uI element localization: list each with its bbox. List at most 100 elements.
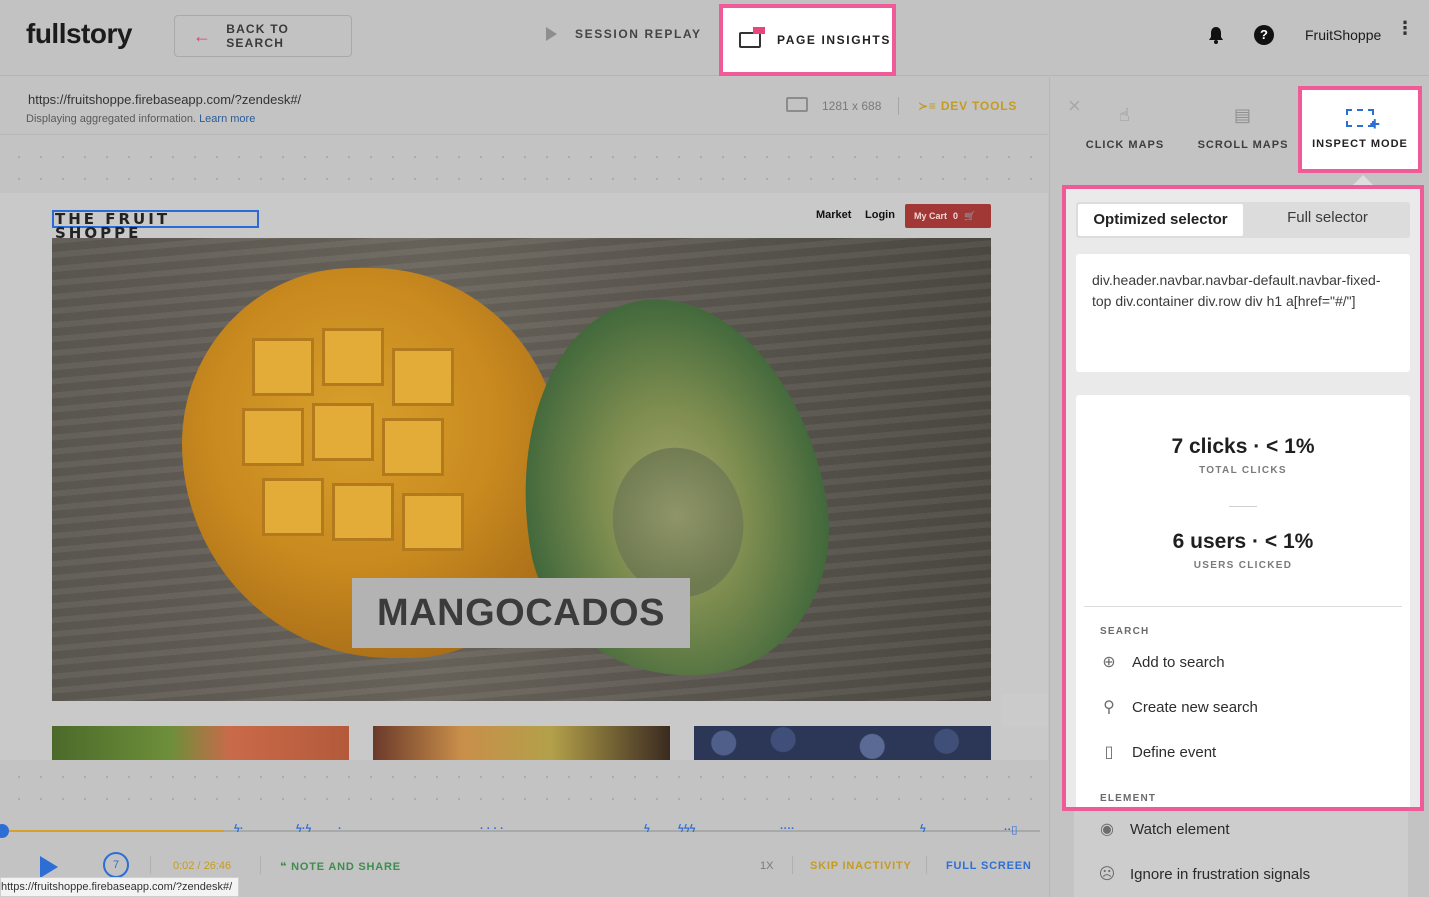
product-thumbnail[interactable] [694,726,991,760]
tab-optimized-selector[interactable]: Optimized selector [1078,204,1243,236]
playback-speed[interactable]: 1X [760,860,773,872]
inspect-details: Optimized selector Full selector div.hea… [1062,185,1424,811]
watch-element-button[interactable]: ◉ Watch element [1098,819,1230,839]
bell-icon[interactable] [1208,26,1224,44]
event-marker-icon[interactable]: ϟ [644,823,650,835]
scroll-map-icon: ▤ [1234,105,1253,125]
eye-icon: ◉ [1100,821,1114,838]
divider [898,97,899,115]
product-thumbnail[interactable] [373,726,670,760]
page-url: https://fruitshoppe.firebaseapp.com/?zen… [28,92,302,107]
account-name[interactable]: FruitShoppe [1305,27,1381,43]
back-to-search-label: BACK TO SEARCH [226,22,290,50]
tab-scroll-maps-label: SCROLL MAPS [1197,139,1289,151]
tab-click-maps[interactable]: ☝ CLICK MAPS [1070,105,1180,151]
search-icon: ⚲ [1103,699,1115,716]
site-title-selected[interactable]: THE FRUIT SHOPPE [52,210,259,241]
create-new-search-button[interactable]: ⚲ Create new search [1100,697,1258,717]
canvas-background-bottom [0,760,1048,820]
timeline-progress [0,830,224,832]
back-to-search-button[interactable]: ← BACK TO SEARCH [174,15,352,57]
site-cart-button[interactable]: My Cart 0 🛒 [905,204,991,228]
selector-textarea[interactable]: div.header.navbar.navbar-default.navbar-… [1076,254,1410,372]
event-marker-icon[interactable]: ··▯ [1004,823,1017,836]
ignore-frustration-button[interactable]: ☹ Ignore in frustration signals [1098,864,1310,884]
inspect-icon [1346,109,1381,135]
help-icon[interactable]: ? [1254,25,1274,45]
kebab-menu-icon[interactable]: ⋮ [1396,19,1414,37]
element-stats-card: 7 clicks · < 1% TOTAL CLICKS 6 users · <… [1076,395,1410,807]
divider [792,856,793,874]
users-clicked-label: USERS CLICKED [1193,560,1293,571]
note-and-share-label: NOTE AND SHARE [291,861,401,873]
tab-scroll-maps[interactable]: ▤ SCROLL MAPS [1188,105,1298,151]
divider [1084,606,1402,607]
aggregated-info: Displaying aggregated information. Learn… [26,113,255,125]
event-marker-icon[interactable]: ϟ·ϟ [296,823,311,835]
play-icon [546,27,557,41]
event-marker-icon[interactable]: ϟϟϟ [678,823,695,835]
event-marker-icon[interactable]: ϟ [920,823,926,835]
site-nav-login[interactable]: Login [865,209,895,221]
mango-cube [392,348,454,406]
dev-tools-button[interactable]: ≻≡ DEV TOOLS [918,99,1017,113]
play-button[interactable] [40,856,58,878]
browser-status-url: https://fruitshoppe.firebaseapp.com/?zen… [0,877,240,897]
users-clicked-stat: 6 users · < 1% USERS CLICKED [1076,530,1410,571]
mango-cube [252,338,314,396]
define-event-button[interactable]: ▯ Define event [1100,742,1217,762]
tab-inspect-mode-label: INSPECT MODE [1312,138,1408,150]
mango-cube [332,483,394,541]
search-section-title: SEARCH [1100,626,1150,637]
divider [150,856,151,874]
tab-session-replay-label: SESSION REPLAY [575,27,702,41]
event-marker-icon[interactable]: · · · · [480,823,504,835]
total-clicks-value: 7 clicks · < 1% [1171,435,1315,458]
event-marker-icon[interactable]: · [338,823,342,835]
site-nav-market[interactable]: Market [816,209,851,221]
hero-label[interactable]: MANGOCADOS [352,578,690,648]
side-tab-handle[interactable] [1001,693,1048,727]
full-screen-button[interactable]: FULL SCREEN [946,860,1032,872]
frustration-icon: ☹ [1098,866,1116,883]
top-bar: fullstory ← BACK TO SEARCH SESSION REPLA… [0,0,1429,76]
rewind-button[interactable]: 7 [103,852,129,878]
add-to-search-button[interactable]: ⊕ Add to search [1100,652,1224,672]
skip-inactivity-toggle[interactable]: SKIP INACTIVITY [810,860,912,872]
note-and-share-button[interactable]: ❝ NOTE AND SHARE [280,860,401,873]
event-marker-icon[interactable]: ···· [780,823,795,835]
ignore-frustration-label: Ignore in frustration signals [1130,865,1311,883]
page-info-bar: https://fruitshoppe.firebaseapp.com/?zen… [0,77,1048,135]
site-cart-count: 0 [953,211,959,221]
playback-time: 0:02 / 26:46 [173,860,232,872]
dev-tools-icon: ≻≡ [918,99,937,113]
tab-page-insights[interactable]: PAGE INSIGHTS [719,4,896,76]
tab-inspect-mode[interactable]: INSPECT MODE [1298,86,1422,173]
monitor-icon [786,97,808,112]
timeline-knob[interactable] [0,824,9,838]
quote-icon: ❝ [280,861,288,873]
watch-element-label: Watch element [1130,820,1230,838]
hero-image: MANGOCADOS [52,238,991,701]
site-cart-label: My Cart [914,211,948,221]
fullstory-logo[interactable]: fullstory [26,18,132,50]
element-section-title: ELEMENT [1100,793,1157,804]
users-clicked-value: 6 users · < 1% [1172,530,1314,553]
mango-cube [402,493,464,551]
selector-toggle: Optimized selector Full selector [1076,202,1410,238]
create-new-search-label: Create new search [1132,698,1258,716]
divider [1229,506,1257,507]
mango-cube [312,403,374,461]
learn-more-link[interactable]: Learn more [199,113,255,125]
total-clicks-stat: 7 clicks · < 1% TOTAL CLICKS [1076,435,1410,476]
timeline-scrubber[interactable] [0,824,1040,838]
define-event-icon: ▯ [1104,744,1114,761]
tab-full-selector[interactable]: Full selector [1245,202,1410,238]
site-preview: THE FRUIT SHOPPE Market Login My Cart 0 … [0,193,1048,760]
mango-cube [262,478,324,536]
event-marker-icon[interactable]: ϟ· [234,823,244,835]
tab-session-replay[interactable]: SESSION REPLAY [546,27,702,41]
tab-page-insights-label: PAGE INSIGHTS [777,33,891,47]
product-thumbnail[interactable] [52,726,349,760]
mango-cube [322,328,384,386]
